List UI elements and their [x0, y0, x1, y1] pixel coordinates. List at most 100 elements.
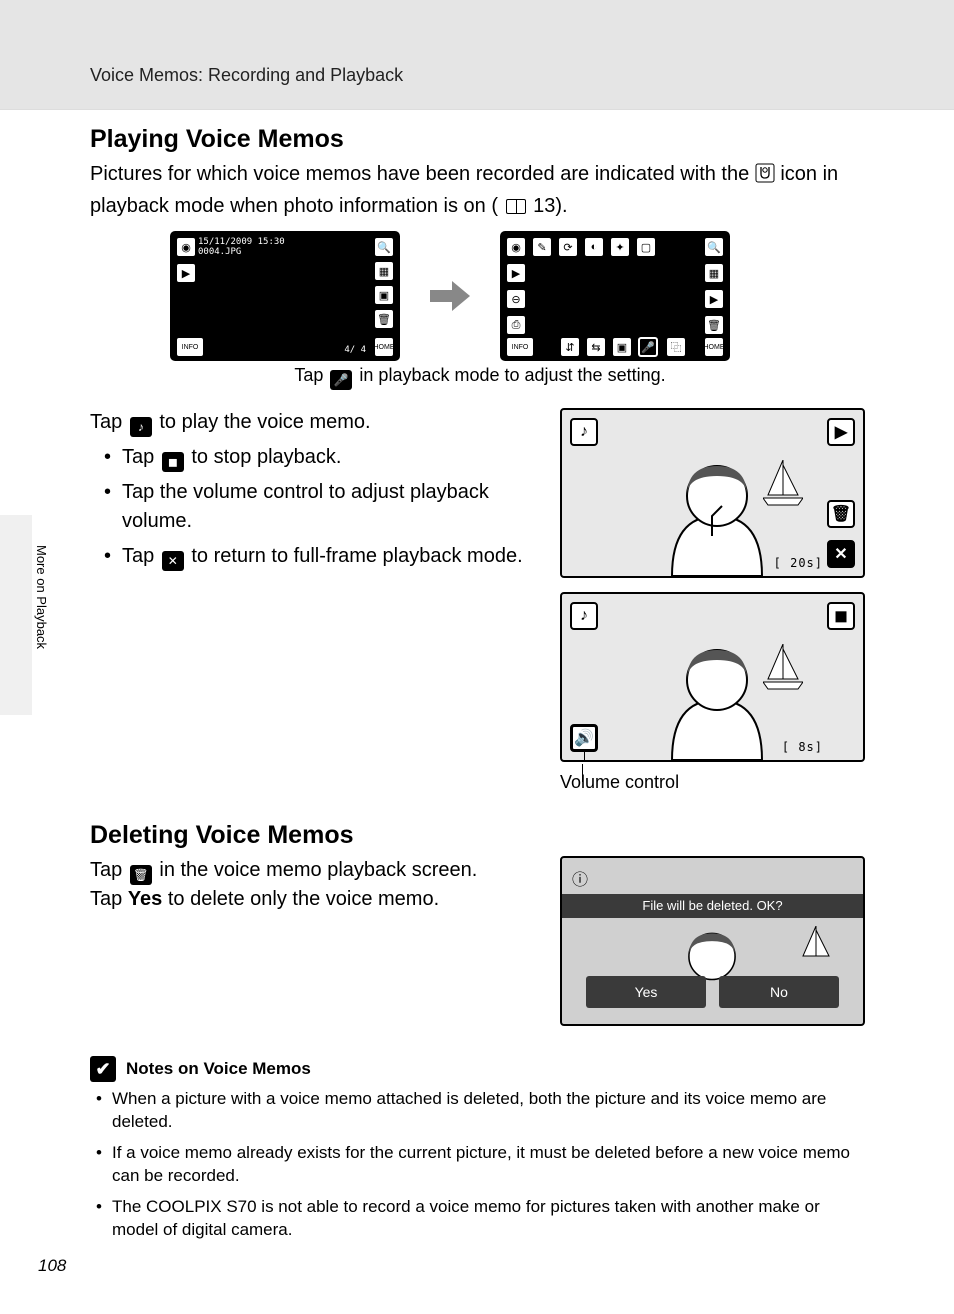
playback-bullets: Tap ◼ to stop playback. Tap the volume c… — [90, 443, 536, 571]
bullet-volume: Tap the volume control to adjust playbac… — [104, 478, 536, 536]
zoom-icon: 🔍 — [704, 237, 724, 257]
play-note-button[interactable]: ♪ — [570, 418, 598, 446]
sailboat-icon — [763, 460, 803, 510]
volume-button[interactable]: 🔊 — [570, 724, 598, 752]
b3b: to return to full-frame playback mode. — [191, 545, 522, 567]
check-icon: ✔ — [90, 1056, 116, 1082]
figure-caption: Tap 🎤 in playback mode to adjust the set… — [90, 365, 870, 390]
play-note-icon: ♪ — [130, 417, 152, 437]
b3a: Tap — [122, 545, 160, 567]
page-number: 108 — [38, 1256, 66, 1276]
notes-section: ✔ Notes on Voice Memos When a picture wi… — [90, 1056, 870, 1242]
play-mode-icon: ▶ — [176, 263, 196, 283]
screen-date: 15/11/2009 15:30 — [198, 237, 285, 247]
callout-line — [584, 750, 585, 762]
sort-icon: ⇵ — [560, 337, 580, 357]
intro-text-a: Pictures for which voice memos have been… — [90, 163, 755, 185]
side-tab-label: More on Playback — [34, 545, 49, 649]
manual-page: Voice Memos: Recording and Playback More… — [0, 0, 954, 1314]
note-3: The COOLPIX S70 is not able to record a … — [96, 1196, 870, 1242]
fullframe-button[interactable]: ▶ — [827, 418, 855, 446]
close-x-icon: ✕ — [162, 551, 184, 571]
play-instructions-row: Tap ♪ to play the voice memo. Tap ◼ to s… — [90, 408, 870, 793]
frame-counter: 4/ 4 — [344, 345, 366, 355]
notes-title: Notes on Voice Memos — [126, 1059, 311, 1079]
del-line-2: Tap Yes to delete only the voice memo. — [90, 885, 536, 914]
trash-button[interactable]: 🗑 — [827, 500, 855, 528]
volume-control-label: Volume control — [560, 772, 870, 793]
confirm-message: File will be deleted. OK? — [562, 894, 863, 918]
print-icon: ⎙ — [506, 315, 526, 335]
d2bold: Yes — [128, 888, 162, 910]
timer-2: [ 8s] — [782, 740, 823, 754]
transfer-icon: ⇆ — [586, 337, 606, 357]
timer-1: [ 20s] — [774, 556, 823, 570]
trash-icon: 🗑 — [374, 309, 394, 329]
yes-button[interactable]: Yes — [586, 976, 706, 1008]
bullet-close: Tap ✕ to return to full-frame playback m… — [104, 542, 536, 571]
intro-paragraph: Pictures for which voice memos have been… — [90, 160, 870, 221]
trash-icon: 🗑 — [130, 865, 152, 885]
caption-pre: Tap — [294, 365, 328, 385]
dlight-icon: ◐ — [584, 237, 604, 257]
playback-screen-after: ◉ ✎ ⟳ ◐ ✦ ▢ 🔍 ▶ ⊖ ⎙ ▦ ▶ 🗑 HOME INFO ⇵ ⇆ — [500, 231, 730, 361]
play-note-button[interactable]: ♪ — [570, 602, 598, 630]
grid-icon: ▦ — [374, 261, 394, 281]
arrow-right-icon — [430, 281, 470, 311]
confirm-illustration-col: ⓘ File will be deleted. OK? Yes No — [560, 856, 870, 1026]
playback-screen-before: 15/11/2009 15:30 0004.JPG ◉ ▶ 🔍 ▦ ▣ 🗑 HO… — [170, 231, 400, 361]
book-reference-icon — [506, 199, 526, 214]
b1a: Tap — [122, 446, 160, 468]
d2a: Tap — [90, 888, 128, 910]
d2b: to delete only the voice memo. — [168, 888, 439, 910]
camera-mode-icon: ◉ — [176, 237, 196, 257]
notes-list: When a picture with a voice memo attache… — [90, 1088, 870, 1242]
close-button[interactable]: ✕ — [827, 540, 855, 568]
copy-icon: ⿻ — [666, 337, 686, 357]
bullet-stop: Tap ◼ to stop playback. — [104, 443, 536, 472]
no-button[interactable]: No — [719, 976, 839, 1008]
alert-icon: ⓘ — [572, 866, 588, 890]
delete-confirm-screen: ⓘ File will be deleted. OK? Yes No — [560, 856, 865, 1026]
note-2: If a voice memo already exists for the c… — [96, 1142, 870, 1188]
deleting-section: Deleting Voice Memos Tap 🗑 in the voice … — [90, 821, 870, 1026]
heading-playing: Playing Voice Memos — [90, 125, 870, 154]
delete-text: Tap 🗑 in the voice memo playback screen.… — [90, 856, 536, 914]
stop-icon: ◼ — [162, 452, 184, 472]
del-line-1: Tap 🗑 in the voice memo playback screen. — [90, 856, 536, 885]
callout-line-extend — [582, 764, 583, 782]
playback-illustration-1: ♪ ▶ 🗑 ✕ [ 20s] — [560, 408, 865, 578]
voice-memo-record-icon: 🎤 — [638, 337, 658, 357]
rotate-icon: ⟳ — [558, 237, 578, 257]
info-button: INFO — [176, 337, 204, 357]
play-icon: ▶ — [506, 263, 526, 283]
protect-icon: ⊖ — [506, 289, 526, 309]
home-button: HOME — [704, 337, 724, 357]
zoom-icon: 🔍 — [374, 237, 394, 257]
playback-illustration-2: ♪ ◼ 🔊 [ 8s] — [560, 592, 865, 762]
notes-header: ✔ Notes on Voice Memos — [90, 1056, 870, 1082]
d1a: Tap — [90, 859, 128, 881]
mic-icon: 🎤 — [330, 370, 352, 390]
movie-icon: ▣ — [374, 285, 394, 305]
d1b: in the voice memo playback screen. — [159, 859, 477, 881]
heading-deleting: Deleting Voice Memos — [90, 821, 870, 850]
t1b: to play the voice memo. — [159, 411, 370, 433]
side-tab — [0, 515, 32, 715]
slideshow-icon: ▶ — [704, 289, 724, 309]
paint-icon: ✦ — [610, 237, 630, 257]
home-button: HOME — [374, 337, 394, 357]
sailboat-icon — [799, 926, 833, 968]
grid-icon: ▦ — [704, 263, 724, 283]
camera-icon: ◉ — [506, 237, 526, 257]
t1a: Tap — [90, 411, 128, 433]
tap-play-line: Tap ♪ to play the voice memo. — [90, 408, 536, 437]
album-icon: ▣ — [612, 337, 632, 357]
intro-ref: 13). — [533, 195, 567, 217]
header-band — [0, 0, 954, 110]
b1b: to stop playback. — [191, 446, 341, 468]
screenshot-pair: 15/11/2009 15:30 0004.JPG ◉ ▶ 🔍 ▦ ▣ 🗑 HO… — [170, 231, 870, 361]
stop-button[interactable]: ◼ — [827, 602, 855, 630]
note-1: When a picture with a voice memo attache… — [96, 1088, 870, 1134]
voice-memo-indicator-icon — [755, 163, 775, 192]
